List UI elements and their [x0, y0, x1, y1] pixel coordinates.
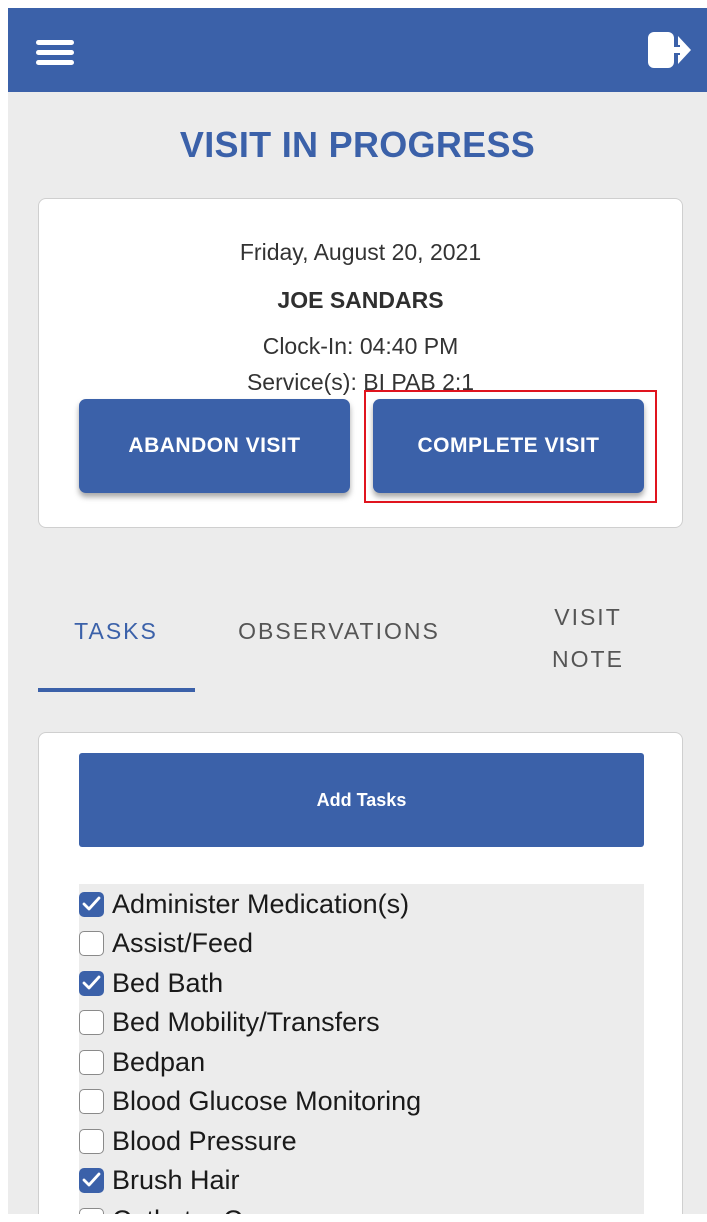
- tab-tasks[interactable]: TASKS: [38, 618, 194, 645]
- checkbox-unchecked[interactable]: [79, 1049, 104, 1075]
- tab-bar: TASKS OBSERVATIONS VISIT NOTE: [38, 588, 683, 698]
- task-label: Bed Mobility/Transfers: [112, 1007, 380, 1037]
- task-item[interactable]: Blood Pressure: [79, 1121, 297, 1161]
- task-label: Catheter Care: [112, 1205, 282, 1215]
- task-label: Blood Glucose Monitoring: [112, 1086, 422, 1116]
- task-item[interactable]: Catheter Care: [79, 1200, 282, 1214]
- logout-icon[interactable]: [644, 28, 692, 72]
- task-item[interactable]: Administer Medication(s): [79, 884, 409, 924]
- task-label: Bedpan: [112, 1046, 206, 1077]
- checkbox-unchecked[interactable]: [79, 1089, 104, 1114]
- abandon-visit-button[interactable]: ABANDON VISIT: [79, 399, 350, 493]
- checkbox-checked[interactable]: [79, 891, 104, 917]
- check-icon: [82, 975, 101, 989]
- checkbox-unchecked[interactable]: [79, 931, 104, 956]
- task-label: Blood Pressure: [112, 1125, 297, 1156]
- app-screen: VISIT IN PROGRESS Friday, August 20, 202…: [8, 8, 707, 1214]
- clock-in-time: Clock-In: 04:40 PM: [262, 333, 459, 359]
- services-text: Service(s): BI PAB 2:1: [246, 369, 475, 395]
- tab-visit-note[interactable]: VISIT NOTE: [518, 596, 658, 680]
- task-item[interactable]: Bed Mobility/Transfers: [79, 1003, 380, 1043]
- active-tab-indicator: [38, 688, 195, 692]
- checkbox-checked[interactable]: [79, 1168, 104, 1193]
- checkbox-unchecked[interactable]: [79, 1207, 104, 1214]
- visit-summary-card: Friday, August 20, 2021 JOE SANDARS Cloc…: [38, 198, 683, 528]
- check-icon: [82, 896, 101, 910]
- task-label: Administer Medication(s): [112, 888, 410, 919]
- checkbox-unchecked[interactable]: [79, 1010, 104, 1035]
- task-item[interactable]: Bed Bath: [79, 963, 223, 1003]
- top-app-bar: [8, 8, 707, 92]
- task-label: Assist/Feed: [112, 928, 254, 958]
- check-icon: [82, 1172, 101, 1187]
- hamburger-menu-icon[interactable]: [36, 40, 74, 65]
- tab-observations[interactable]: OBSERVATIONS: [210, 618, 468, 645]
- task-item[interactable]: Brush Hair: [79, 1161, 240, 1201]
- task-label: Bed Bath: [112, 967, 224, 998]
- task-label: Brush Hair: [112, 1165, 240, 1195]
- checkbox-checked[interactable]: [79, 970, 104, 996]
- checkbox-unchecked[interactable]: [79, 1128, 104, 1154]
- task-item[interactable]: Assist/Feed: [79, 924, 253, 964]
- page-title: VISIT IN PROGRESS: [179, 124, 536, 165]
- task-list: Administer Medication(s) Assist/Feed Bed B…: [79, 884, 644, 1214]
- client-name: JOE SANDARS: [277, 287, 444, 313]
- task-item[interactable]: Blood Glucose Monitoring: [79, 1082, 421, 1122]
- task-item[interactable]: Bedpan: [79, 1042, 205, 1082]
- tasks-card: Add Tasks Administer Medication(s) Assist…: [38, 732, 683, 1214]
- visit-date: Friday, August 20, 2021: [239, 239, 482, 265]
- add-tasks-button[interactable]: Add Tasks: [79, 753, 644, 847]
- complete-visit-button[interactable]: COMPLETE VISIT: [373, 399, 644, 493]
